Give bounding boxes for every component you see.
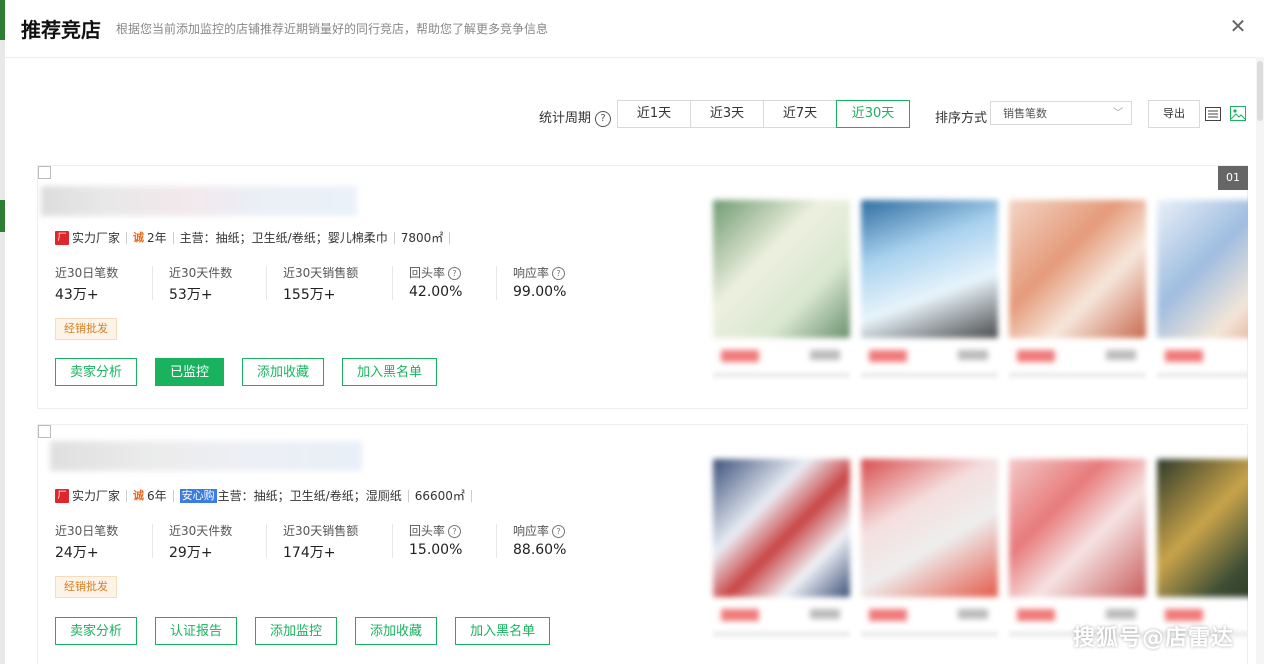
sort-select-value: 销售笔数	[1003, 107, 1047, 120]
product-thumbnail[interactable]	[1009, 200, 1146, 378]
factory-area: 66600㎡	[414, 489, 465, 503]
product-thumbnail[interactable]	[861, 459, 998, 637]
maker-label: 实力厂家	[72, 489, 121, 503]
scrollbar[interactable]	[1256, 57, 1264, 664]
help-icon[interactable]: ?	[552, 525, 566, 538]
shop-checkbox[interactable]	[38, 425, 51, 438]
shop-actions: 卖家分析 认证报告 添加监控 添加收藏 加入黑名单	[55, 617, 568, 645]
period-7d-button[interactable]: 近7天	[763, 100, 837, 128]
product-thumbnail[interactable]	[1157, 459, 1248, 637]
stat-repurchase-rate: 回头率? 15.00%	[409, 522, 497, 562]
product-thumbnail[interactable]	[1157, 200, 1248, 378]
product-gallery: 01	[703, 166, 1248, 409]
shop-name-blurred	[41, 186, 357, 216]
add-blacklist-button[interactable]: 加入黑名单	[455, 617, 551, 645]
seller-analysis-button[interactable]: 卖家分析	[55, 358, 138, 386]
toolbar: 统计周期? 近1天 近3天 近7天 近30天 排序方式 销售笔数 ﹀ 导出	[0, 100, 1264, 128]
close-icon[interactable]: ✕	[1226, 14, 1250, 38]
add-favorite-button[interactable]: 添加收藏	[355, 617, 438, 645]
stat-sales-30d: 近30天销售额 174万+	[283, 522, 393, 562]
stat-response-rate: 响应率? 88.60%	[513, 524, 567, 558]
shop-tags-row: 厂 实力厂家 诚 6年 安心购 主营：抽纸；卫生纸/卷纸；湿厕纸 66600㎡	[55, 487, 478, 504]
shop-years: 6年	[147, 489, 167, 503]
wholesale-tag: 经销批发	[55, 576, 117, 598]
stat-items-30d: 近30天件数 29万+	[169, 522, 267, 562]
product-thumbnail[interactable]	[861, 200, 998, 378]
period-label: 统计周期	[539, 111, 592, 126]
certification-report-button[interactable]: 认证报告	[155, 617, 238, 645]
product-thumbnail[interactable]	[713, 200, 850, 378]
add-monitor-button[interactable]: 添加监控	[255, 617, 338, 645]
shop-stats: 近30日笔数 43万+ 近30天件数 53万+ 近30天销售额 155万+ 回头率? …	[55, 264, 625, 304]
dialog-title: 推荐竞店	[21, 18, 101, 42]
monitored-button[interactable]: 已监控	[155, 358, 225, 386]
seller-analysis-button[interactable]: 卖家分析	[55, 617, 138, 645]
stat-response-rate: 响应率? 99.00%	[513, 266, 567, 300]
period-3d-button[interactable]: 近3天	[690, 100, 764, 128]
product-thumbnail[interactable]	[1009, 459, 1146, 637]
shop-actions: 卖家分析 已监控 添加收藏 加入黑名单	[55, 358, 455, 386]
sort-label: 排序方式	[935, 111, 988, 126]
stat-items-30d: 近30天件数 53万+	[169, 264, 267, 304]
period-label-wrap: 统计周期?	[539, 107, 612, 127]
help-icon[interactable]: ?	[552, 267, 566, 280]
period-30d-button[interactable]: 近30天	[836, 100, 910, 128]
stat-orders-30d: 近30日笔数 43万+	[55, 264, 153, 304]
shop-card: 厂 实力厂家 诚 2年 主营：抽纸；卫生纸/卷纸；婴儿棉柔巾 7800㎡ 近30…	[37, 165, 1248, 409]
dialog-subtitle: 根据您当前添加监控的店铺推荐近期销量好的同行竞店，帮助您了解更多竞争信息	[116, 22, 549, 36]
factory-icon: 厂	[55, 488, 69, 503]
factory-icon: 厂	[55, 230, 69, 245]
add-blacklist-button[interactable]: 加入黑名单	[342, 358, 438, 386]
wholesale-tag: 经销批发	[55, 318, 117, 340]
help-icon[interactable]: ?	[595, 110, 612, 127]
shop-name-blurred	[50, 441, 362, 471]
period-selector: 近1天 近3天 近7天 近30天	[617, 100, 910, 128]
stat-sales-30d: 近30天销售额 155万+	[283, 264, 393, 304]
add-favorite-button[interactable]: 添加收藏	[242, 358, 325, 386]
sort-select[interactable]: 销售笔数 ﹀	[990, 101, 1132, 125]
image-view-icon[interactable]	[1230, 106, 1246, 121]
shop-checkbox[interactable]	[38, 166, 51, 179]
anxin-badge: 安心购	[179, 488, 217, 503]
dialog-header: 推荐竞店 根据您当前添加监控的店铺推荐近期销量好的同行竞店，帮助您了解更多竞争信…	[5, 0, 1264, 58]
export-button[interactable]: 导出	[1148, 100, 1200, 128]
maker-label: 实力厂家	[72, 231, 121, 245]
help-icon[interactable]: ?	[448, 525, 462, 538]
rank-badge: 01	[1218, 166, 1248, 190]
shop-years: 2年	[147, 231, 167, 245]
shop-tags-row: 厂 实力厂家 诚 2年 主营：抽纸；卫生纸/卷纸；婴儿棉柔巾 7800㎡	[55, 229, 456, 246]
stat-repurchase-rate: 回头率? 42.00%	[409, 264, 497, 304]
shop-stats: 近30日笔数 24万+ 近30天件数 29万+ 近30天销售额 174万+ 回头率? …	[55, 522, 625, 562]
help-icon[interactable]: ?	[448, 267, 462, 280]
stat-orders-30d: 近30日笔数 24万+	[55, 522, 153, 562]
main-business: 主营：抽纸；卫生纸/卷纸；婴儿棉柔巾	[179, 231, 388, 245]
main-business: 主营：抽纸；卫生纸/卷纸；湿厕纸	[217, 489, 402, 503]
product-thumbnail[interactable]	[713, 459, 850, 637]
shop-year-icon: 诚	[133, 230, 145, 244]
watermark: 搜狐号@店雷达	[1072, 626, 1234, 651]
period-1d-button[interactable]: 近1天	[617, 100, 691, 128]
factory-area: 7800㎡	[400, 231, 444, 245]
shop-year-icon: 诚	[133, 488, 145, 502]
list-view-icon[interactable]	[1205, 107, 1221, 121]
chevron-down-icon: ﹀	[1113, 108, 1123, 119]
shop-card: 厂 实力厂家 诚 6年 安心购 主营：抽纸；卫生纸/卷纸；湿厕纸 66600㎡ …	[37, 424, 1248, 664]
